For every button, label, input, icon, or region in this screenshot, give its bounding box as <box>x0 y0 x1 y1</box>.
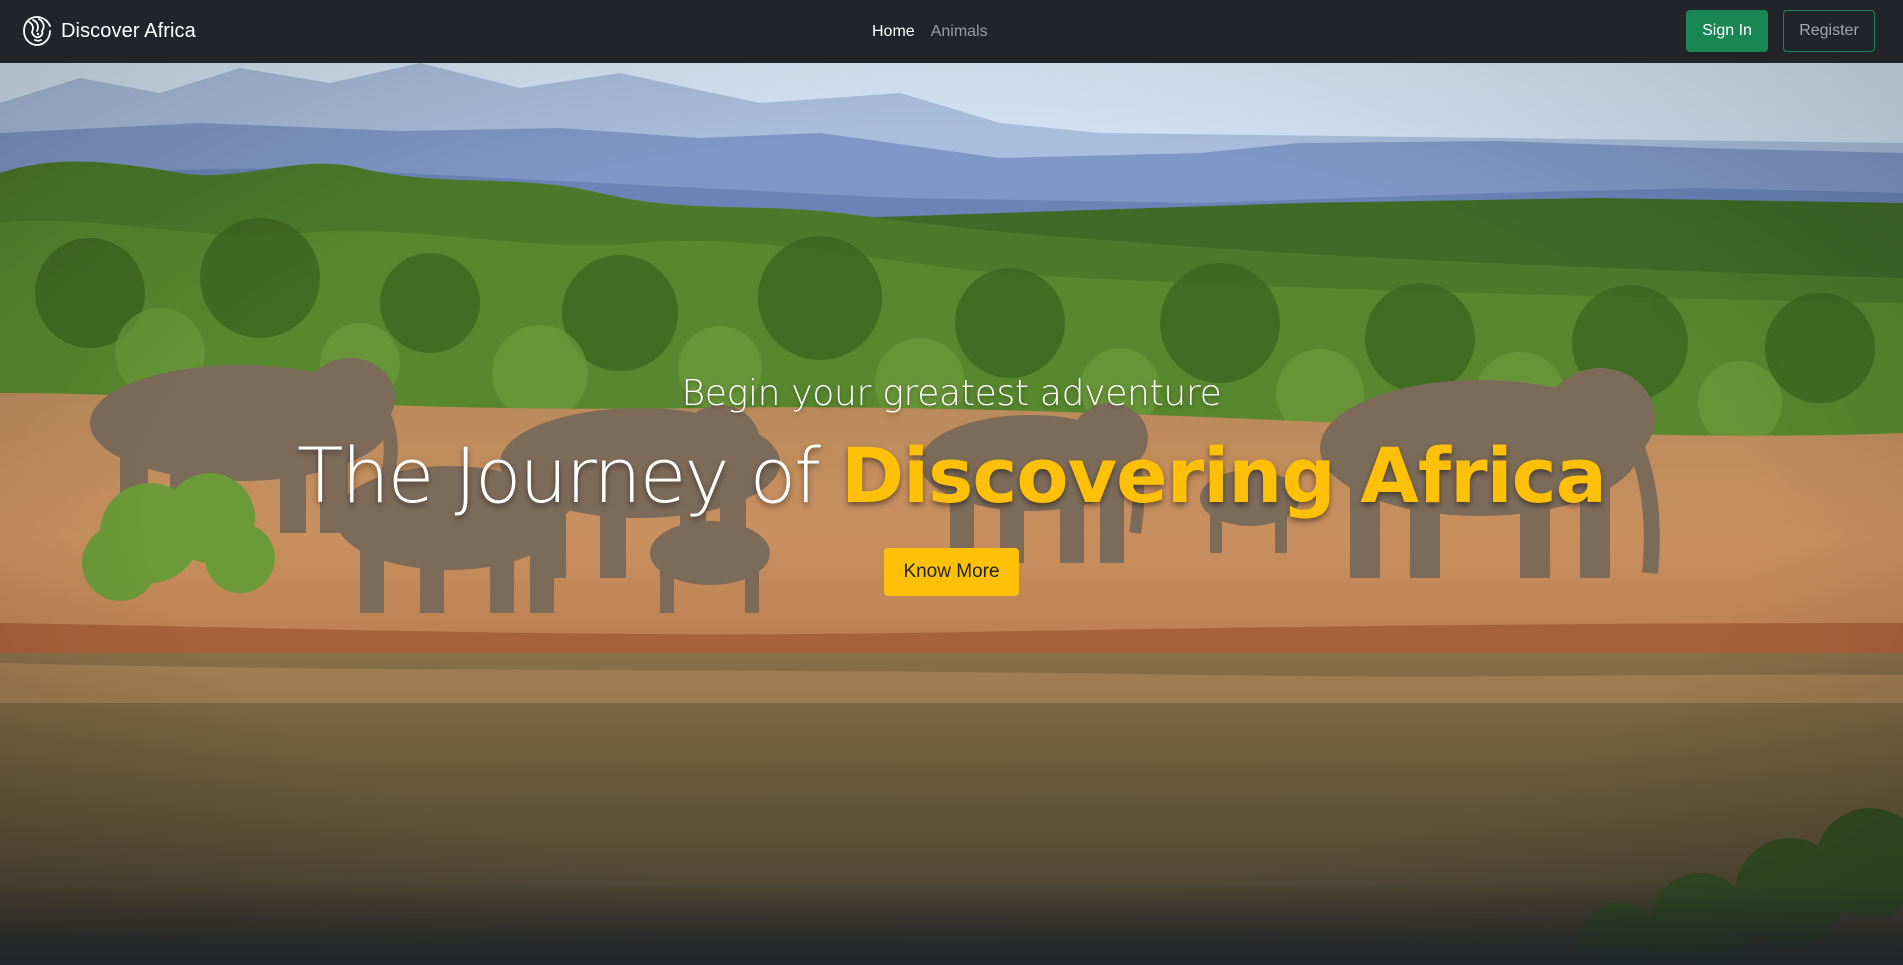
sign-in-button[interactable]: Sign In <box>1686 10 1768 52</box>
brand-name: Discover Africa <box>61 19 196 42</box>
hero-title-plain: The Journey of <box>297 431 841 520</box>
know-more-button[interactable]: Know More <box>884 548 1019 596</box>
hero-section: Begin your greatest adventure The Journe… <box>0 63 1903 965</box>
brand-link[interactable]: Discover Africa <box>21 14 196 48</box>
main-nav: Home Animals <box>872 20 988 44</box>
hero-title: The Journey of Discovering Africa <box>0 431 1903 520</box>
top-navbar: Discover Africa Home Animals Sign In Reg… <box>0 0 1903 63</box>
lion-icon <box>23 16 51 46</box>
hero-content: Begin your greatest adventure The Journe… <box>0 63 1903 965</box>
nav-link-animals[interactable]: Animals <box>931 20 988 44</box>
nav-link-home[interactable]: Home <box>872 20 915 44</box>
register-button[interactable]: Register <box>1783 10 1875 52</box>
hero-subtitle: Begin your greatest adventure <box>681 373 1222 414</box>
hero-title-accent: Discovering Africa <box>841 431 1607 520</box>
